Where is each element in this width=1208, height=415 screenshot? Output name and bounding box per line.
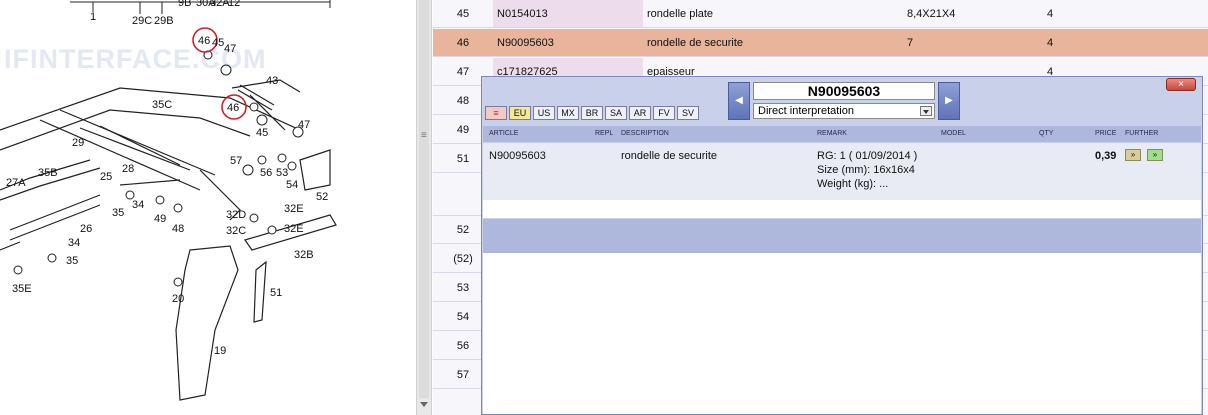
detail-remark-size: Size (mm): 16x16x4 xyxy=(817,164,915,176)
label-32d: 32D xyxy=(226,209,246,221)
interpretation-value: Direct interpretation xyxy=(758,105,854,117)
label-45-top: 45 xyxy=(212,37,224,49)
close-button[interactable]: × xyxy=(1166,78,1196,91)
detail-description: rondelle de securite xyxy=(621,150,718,162)
label-47-top: 47 xyxy=(224,43,236,55)
label-20: 20 xyxy=(172,293,184,305)
market-selector: ≡ EU US MX BR SA AR FV SV xyxy=(485,106,699,120)
header-remark: REMARK xyxy=(817,130,847,137)
market-menu-icon[interactable]: ≡ xyxy=(485,106,507,120)
row-qty: 4 xyxy=(1047,37,1054,49)
scrollbar-thumb[interactable] xyxy=(419,0,429,398)
header-description: DESCRIPTION xyxy=(621,130,669,137)
label-51: 51 xyxy=(270,287,282,299)
label-46-mid: 46 xyxy=(227,102,239,114)
label-56: 56 xyxy=(260,167,272,179)
label-35b: 35B xyxy=(38,167,58,179)
row-remark: 7 xyxy=(907,37,914,49)
label-35: 35 xyxy=(112,207,124,219)
market-br[interactable]: BR xyxy=(581,106,603,120)
label-29c: 29C xyxy=(132,15,152,27)
label-49: 49 xyxy=(154,213,166,225)
label-29: 29 xyxy=(72,137,84,149)
interpretation-select[interactable]: Direct interpretation xyxy=(753,103,935,119)
detail-article[interactable]: N90095603 xyxy=(489,150,546,162)
label-47-mid: 47 xyxy=(298,119,310,131)
detail-remark-weight: Weight (kg): ... xyxy=(817,178,889,190)
add-to-cart-button[interactable]: » xyxy=(1147,149,1163,161)
label-34: 34 xyxy=(132,199,144,211)
row-description: rondelle plate xyxy=(647,8,714,20)
label-32b: 32B xyxy=(294,249,314,261)
detail-remark-rg: RG: 1 ( 01/09/2014 ) xyxy=(817,150,918,162)
market-sa[interactable]: SA xyxy=(605,106,627,120)
label-27a: 27A xyxy=(6,177,26,189)
detail-row[interactable]: N90095603 rondelle de securite RG: 1 ( 0… xyxy=(483,143,1201,200)
article-number-field[interactable]: N90095603 xyxy=(753,82,935,100)
label-32c: 32C xyxy=(226,225,246,237)
app-window: IFINTERFACE.COM 1 29C 29B 9B 30A 32A 12 xyxy=(0,0,1208,415)
detail-header: ARTICLE REPL DESCRIPTION REMARK MODEL QT… xyxy=(483,126,1201,142)
label-9b: 9B xyxy=(178,0,191,9)
label-12: 12 xyxy=(228,0,240,9)
row-number: 45 xyxy=(456,8,470,20)
row-description: rondelle de securite xyxy=(647,37,744,49)
market-ar[interactable]: AR xyxy=(629,106,651,120)
scroll-down-icon[interactable] xyxy=(420,402,428,407)
detail-band xyxy=(483,219,1201,253)
label-48: 48 xyxy=(172,223,184,235)
label-25: 25 xyxy=(100,171,112,183)
splitter[interactable]: ≡ xyxy=(416,0,432,415)
header-repl: REPL xyxy=(595,130,614,137)
market-mx[interactable]: MX xyxy=(557,106,579,120)
label-19: 19 xyxy=(214,345,226,357)
label-32e-b: 32E xyxy=(284,223,304,235)
market-fv[interactable]: FV xyxy=(653,106,675,120)
splitter-grip-icon[interactable]: ≡ xyxy=(421,130,427,141)
market-us[interactable]: US xyxy=(533,106,555,120)
header-price: PRICE xyxy=(1095,130,1117,137)
label-26: 26 xyxy=(80,223,92,235)
popup-body xyxy=(483,253,1201,414)
label-43: 43 xyxy=(266,75,278,87)
row-remark: 8,4X21X4 xyxy=(907,8,956,20)
label-35c: 35C xyxy=(152,99,172,111)
table-row-selected[interactable]: 46 N90095603 rondelle de securite 7 4 xyxy=(433,29,1208,57)
label-54: 54 xyxy=(286,179,298,191)
prev-article-button[interactable]: ◀ xyxy=(728,82,750,120)
label-29b: 29B xyxy=(154,15,174,27)
label-35-low: 35 xyxy=(66,255,78,267)
market-eu[interactable]: EU xyxy=(509,106,531,120)
parts-diagram[interactable]: IFINTERFACE.COM 1 29C 29B 9B 30A 32A 12 xyxy=(0,0,416,415)
market-sv[interactable]: SV xyxy=(677,106,699,120)
label-57: 57 xyxy=(230,155,242,167)
label-1: 1 xyxy=(90,11,96,23)
further-info-button[interactable]: » xyxy=(1125,149,1141,161)
table-row[interactable]: 45 N0154013 rondelle plate 8,4X21X4 4 xyxy=(433,0,1208,28)
detail-price: 0,39 xyxy=(1095,150,1117,162)
next-article-button[interactable]: ▶ xyxy=(938,82,960,120)
row-article[interactable]: N90095603 xyxy=(493,29,643,56)
header-article: ARTICLE xyxy=(489,130,519,137)
label-53: 53 xyxy=(276,167,288,179)
row-number: 46 xyxy=(456,37,470,49)
header-further: FURTHER xyxy=(1125,130,1159,137)
header-model: MODEL xyxy=(941,130,966,137)
article-popup: × ≡ EU US MX BR SA AR FV SV ◀ N90095603 … xyxy=(481,76,1203,415)
detail-spacer xyxy=(483,200,1201,218)
diagram-drawing: 1 29C 29B 9B 30A 32A 12 46 45 47 43 35C … xyxy=(0,0,337,401)
row-qty: 4 xyxy=(1047,8,1054,20)
row-article[interactable]: N0154013 xyxy=(493,0,643,27)
label-35e: 35E xyxy=(12,283,32,295)
label-45-mid: 45 xyxy=(256,127,268,139)
dropdown-caret-icon[interactable] xyxy=(920,106,932,116)
header-qty: QTY xyxy=(1039,130,1054,137)
label-32e-a: 32E xyxy=(284,203,304,215)
label-34-low: 34 xyxy=(68,237,80,249)
label-28: 28 xyxy=(122,163,134,175)
label-46-top: 46 xyxy=(198,35,210,47)
label-52: 52 xyxy=(316,191,328,203)
